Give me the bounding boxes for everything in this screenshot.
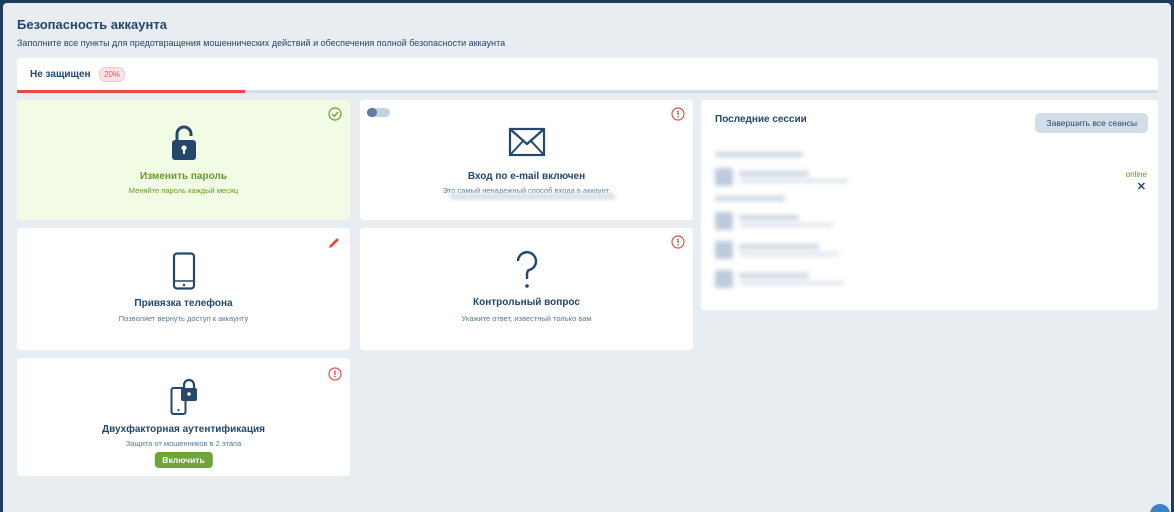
two-factor-title: Двухфакторная аутентификация [101, 424, 266, 435]
phone-binding-description: Позволяет вернуть доступ к аккаунту [118, 314, 249, 323]
email-login-title: Вход по e-mail включен [467, 171, 586, 182]
recent-sessions-panel: Последние сессии Завершить все сеансы on… [701, 100, 1158, 310]
protection-status-bar: Не защищен 20% [17, 58, 1158, 92]
two-factor-description: Защита от мошенников в 2 этапа [125, 439, 242, 448]
close-session-icon[interactable]: ✕ [1137, 180, 1146, 193]
page-title: Безопасность аккаунта [17, 17, 167, 32]
email-login-card[interactable]: Вход по e-mail включен Это самый ненадеж… [360, 100, 693, 220]
enable-two-factor-button[interactable]: Включить [154, 452, 213, 468]
page-subtitle: Заполните все пункты для предотвращения … [17, 38, 506, 48]
sessions-title: Последние сессии [715, 114, 807, 125]
security-page: Безопасность аккаунта Заполните все пунк… [3, 3, 1171, 512]
blurred-note [450, 193, 615, 200]
phone-binding-title: Привязка телефона [134, 298, 233, 309]
session-online-status: online [1125, 170, 1147, 179]
phone-binding-card[interactable]: Привязка телефона Позволяет вернуть дост… [17, 228, 350, 350]
sessions-list-blurred [711, 146, 963, 306]
check-circle-icon [328, 107, 342, 121]
chat-bubble-button[interactable] [1150, 504, 1170, 512]
warning-circle-icon [328, 367, 342, 381]
security-question-title: Контрольный вопрос [473, 297, 580, 308]
protection-progress-track [17, 90, 1158, 93]
change-password-card[interactable]: Изменить пароль Меняйте пароль каждый ме… [17, 100, 350, 220]
warning-circle-icon [671, 107, 685, 121]
change-password-title: Изменить пароль [140, 171, 227, 182]
phone-lock-icon [170, 378, 197, 415]
end-all-sessions-button[interactable]: Завершить все сеансы [1035, 113, 1148, 133]
security-question-description: Укажите ответ, известный только вам [461, 314, 592, 323]
envelope-icon [508, 127, 545, 157]
email-login-toggle[interactable] [367, 108, 390, 117]
phone-icon [172, 252, 195, 290]
security-question-card[interactable]: Контрольный вопрос Укажите ответ, извест… [360, 228, 693, 350]
toggle-knob [367, 108, 377, 117]
protection-status-label: Не защищен [30, 69, 91, 80]
protection-percent-badge: 20% [99, 67, 126, 82]
lock-open-icon [171, 125, 196, 160]
pencil-icon[interactable] [327, 236, 341, 250]
question-mark-icon [516, 251, 537, 288]
warning-circle-icon [671, 235, 685, 249]
protection-progress-fill [17, 90, 246, 93]
change-password-description: Меняйте пароль каждый месяц [128, 186, 239, 195]
two-factor-card[interactable]: Двухфакторная аутентификация Защита от м… [17, 358, 350, 476]
